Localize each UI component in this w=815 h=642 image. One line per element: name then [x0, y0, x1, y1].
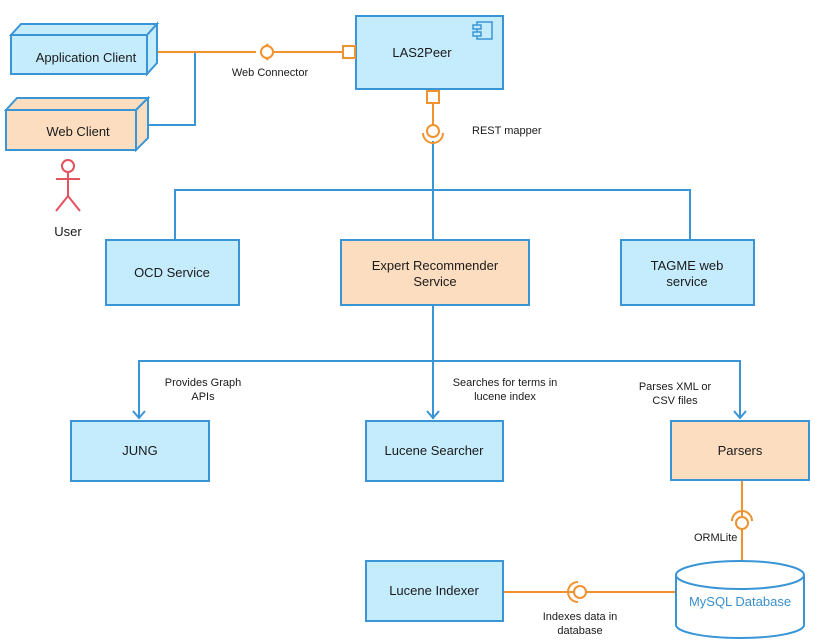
connector-web[interactable]: Web Connector [232, 43, 309, 79]
node-label: JUNG [122, 443, 157, 458]
edge-label-jung: Provides Graph APIs [165, 377, 241, 403]
interface-ball-icon [735, 516, 749, 530]
edge-label-line2: lucene index [474, 391, 536, 403]
port-bottom [426, 90, 440, 104]
edge-label-parsers: Parses XML or CSV files [639, 381, 712, 407]
node-application-client[interactable]: Application Client [8, 21, 160, 77]
actor-label: User [54, 224, 82, 239]
connector-label-line1: Indexes data in [543, 611, 618, 623]
actor-user[interactable]: User [54, 159, 82, 239]
interface-ball-icon [573, 585, 587, 599]
node-expert-recommender[interactable]: Expert Recommender Service [340, 239, 530, 306]
blue-connections [132, 52, 747, 420]
edge-label-line1: Parses XML or [639, 381, 712, 393]
database-label: MySQL Database [689, 594, 791, 609]
connector-rest-mapper[interactable]: REST mapper [422, 124, 542, 144]
connector-label: ORMLite [694, 532, 737, 544]
node-label: Parsers [718, 443, 763, 458]
node-label: Lucene Indexer [389, 583, 479, 598]
node-web-client[interactable]: Web Client [3, 95, 151, 153]
node-label: Web Client [46, 124, 110, 139]
node-jung[interactable]: JUNG [70, 420, 210, 482]
interface-ball-icon [426, 124, 440, 138]
node-label: OCD Service [134, 265, 210, 280]
edge-label-line1: Searches for terms in [453, 377, 558, 389]
node-label-line2: Service [413, 274, 456, 289]
node-label-line1: TAGME web [651, 258, 724, 273]
node-label-line1: Expert Recommender [372, 258, 499, 273]
connector-label-line2: database [557, 625, 602, 637]
node-tagme[interactable]: TAGME web service [620, 239, 755, 306]
node-label: Lucene Searcher [384, 443, 484, 458]
connector-indexes[interactable]: Indexes data in database [543, 581, 618, 637]
node-lucene-indexer[interactable]: Lucene Indexer [365, 560, 504, 622]
node-parsers[interactable]: Parsers [670, 420, 810, 481]
edge-label-lucene-searcher: Searches for terms in lucene index [453, 377, 558, 403]
connector-ormlite[interactable]: ORMLite [694, 510, 753, 544]
node-label: Application Client [36, 50, 137, 65]
connector-label: REST mapper [472, 125, 542, 137]
node-label-line2: service [666, 274, 707, 289]
edge-label-line1: Provides Graph [165, 377, 241, 389]
node-ocd-service[interactable]: OCD Service [105, 239, 240, 306]
component-label: LAS2Peer [392, 45, 452, 60]
component-las2peer[interactable]: LAS2Peer [342, 15, 504, 104]
connector-label: Web Connector [232, 67, 309, 79]
port-left [342, 45, 356, 59]
node-lucene-searcher[interactable]: Lucene Searcher [365, 420, 504, 482]
orange-connections [157, 51, 743, 593]
actor-icon [55, 159, 81, 212]
database-mysql[interactable]: MySQL Database [675, 560, 805, 639]
edge-label-line2: APIs [191, 391, 215, 403]
edge-label-line2: CSV files [652, 395, 698, 407]
interface-ball-icon [260, 45, 274, 59]
architecture-diagram: Application Client Web Client User Web C… [3, 15, 810, 639]
